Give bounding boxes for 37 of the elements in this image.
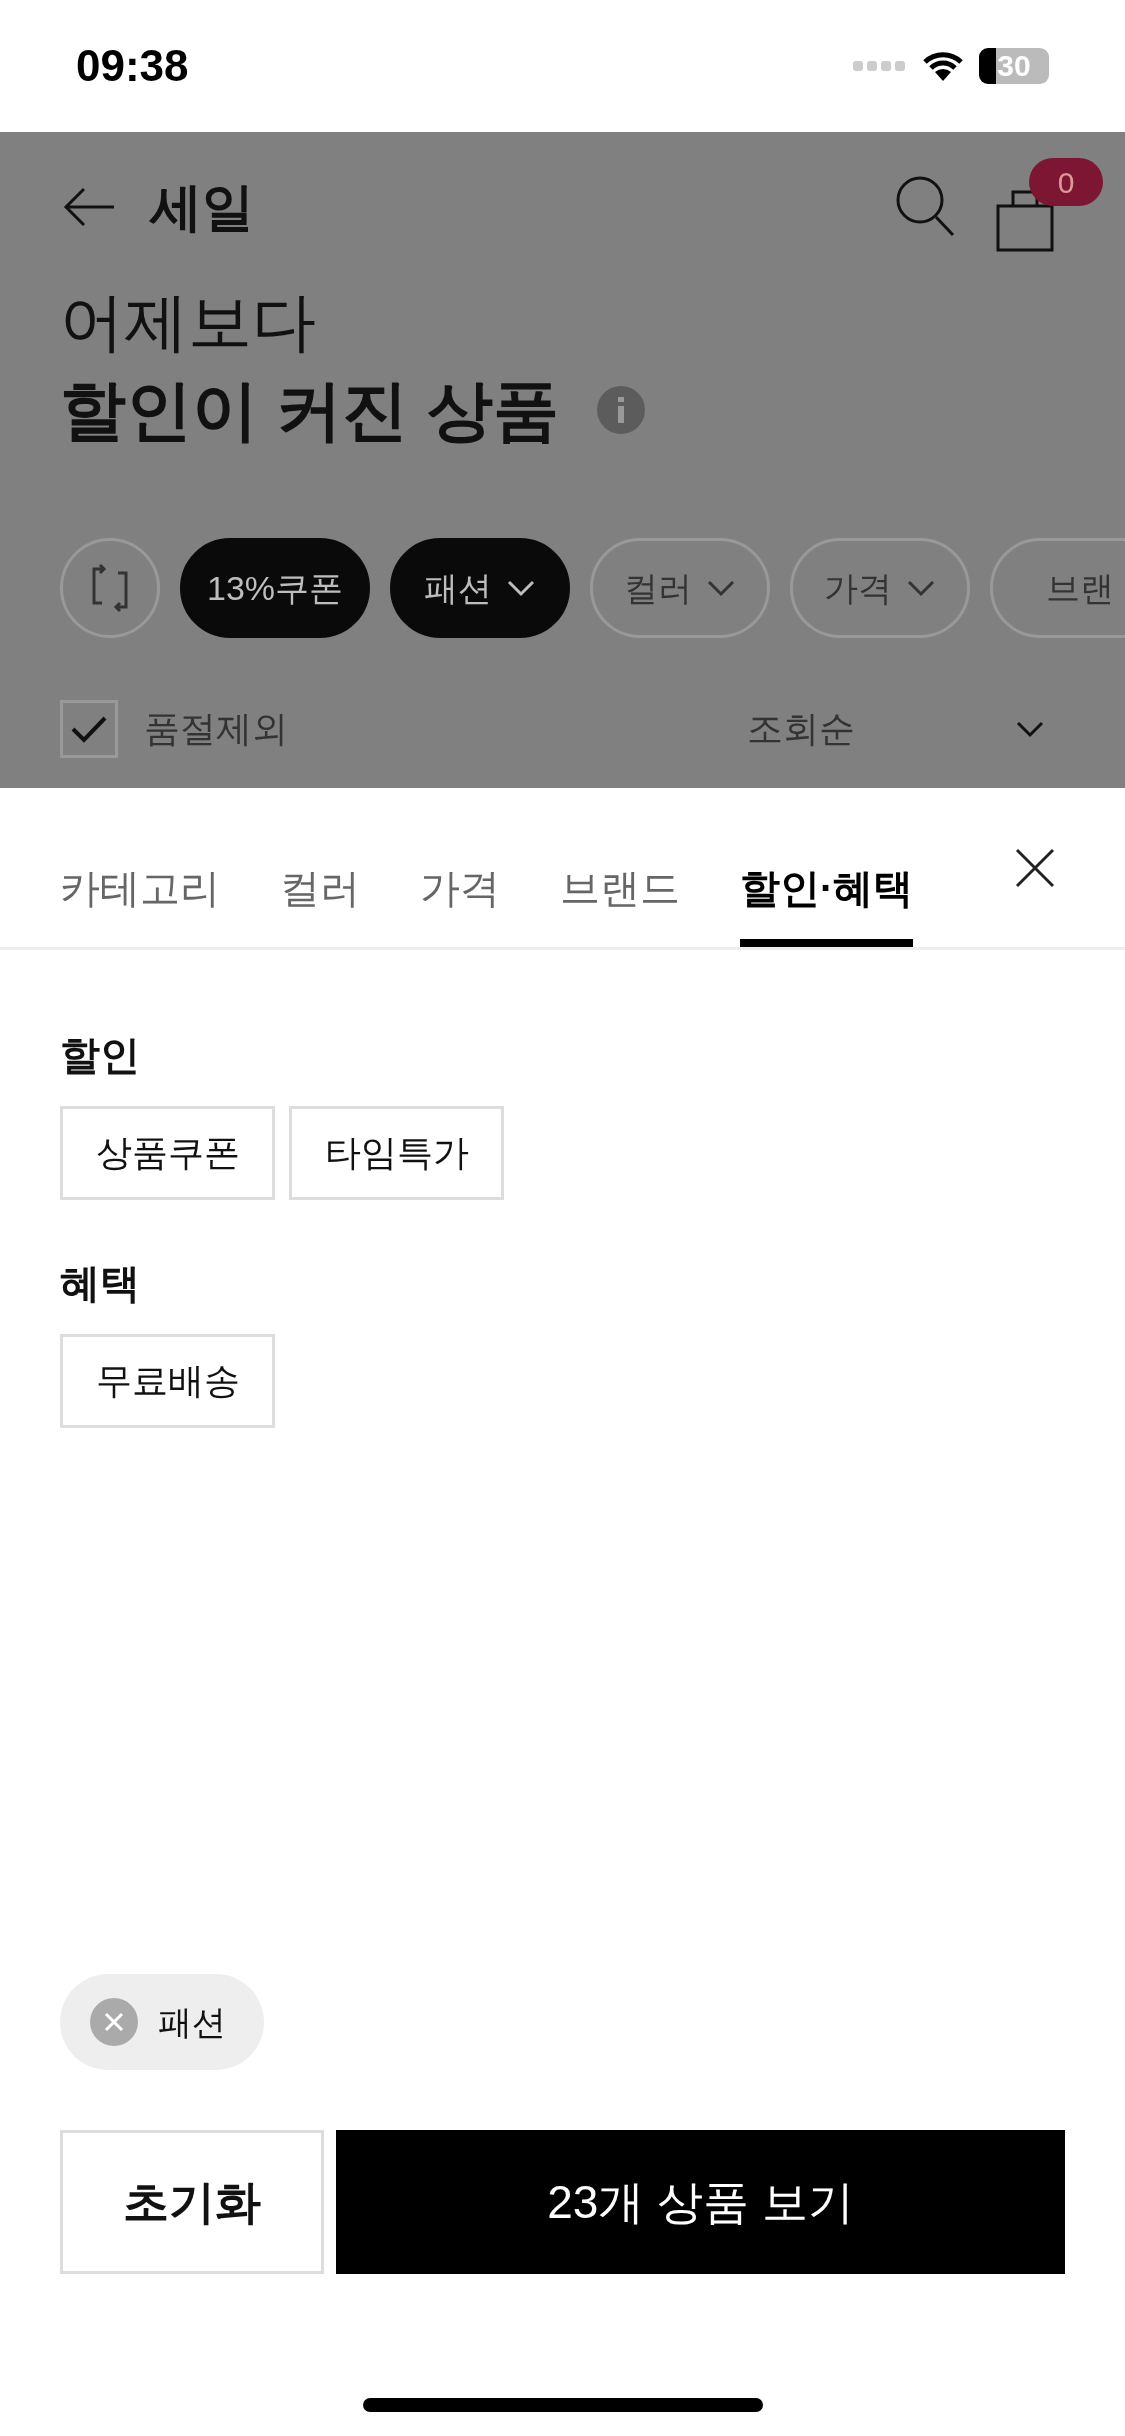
title-line: 어제보다 [60, 285, 317, 360]
chevron-down-icon [906, 579, 937, 597]
section-title: 혜택 [60, 1260, 141, 1307]
filter-tab[interactable]: 할인·혜택 [740, 847, 914, 947]
option-button[interactable]: 무료배송 [60, 1334, 275, 1428]
filter-chip[interactable]: 패션 [390, 538, 571, 638]
checkmark-icon [71, 715, 107, 743]
header-title: 세일 [150, 177, 254, 238]
chevron-down-icon [506, 579, 537, 597]
back-arrow-icon[interactable] [62, 187, 116, 227]
signal-icon [853, 60, 907, 72]
view-products-button[interactable]: 23개 상품 보기 [336, 2130, 1065, 2274]
refresh-button[interactable] [60, 538, 160, 638]
refresh-icon [90, 563, 130, 613]
applied-filter-chip[interactable]: 패션 [60, 1974, 264, 2070]
reset-button[interactable]: 초기화 [60, 2130, 324, 2274]
search-icon[interactable] [895, 175, 955, 239]
section-title: 할인 [60, 1032, 141, 1079]
chevron-down-icon [1015, 720, 1045, 738]
option-button[interactable]: 타임특가 [289, 1106, 504, 1200]
checkbox-label: 품절제외 [144, 707, 288, 751]
filter-tab[interactable]: 컬러 [280, 847, 360, 947]
cart-count-badge: 0 [1029, 158, 1103, 206]
filter-tab[interactable]: 가격 [420, 847, 500, 947]
filter-chip[interactable]: 13%쿠폰 [180, 538, 371, 638]
filter-tab[interactable]: 카테고리 [60, 847, 220, 947]
sold-out-checkbox[interactable] [60, 700, 118, 758]
shopping-bag-icon[interactable] [995, 188, 1055, 252]
close-icon[interactable] [1015, 847, 1055, 888]
battery-level-text: 30 [979, 48, 1049, 84]
status-time: 09:38 [76, 40, 189, 92]
applied-filter-label: 패션 [158, 2001, 226, 2043]
chevron-down-icon [706, 579, 737, 597]
wifi-icon [921, 49, 965, 83]
title-line: 할인이 커진 상품 [60, 372, 559, 449]
filter-tab[interactable]: 브랜드 [560, 847, 680, 947]
option-button[interactable]: 상품쿠폰 [60, 1106, 275, 1200]
